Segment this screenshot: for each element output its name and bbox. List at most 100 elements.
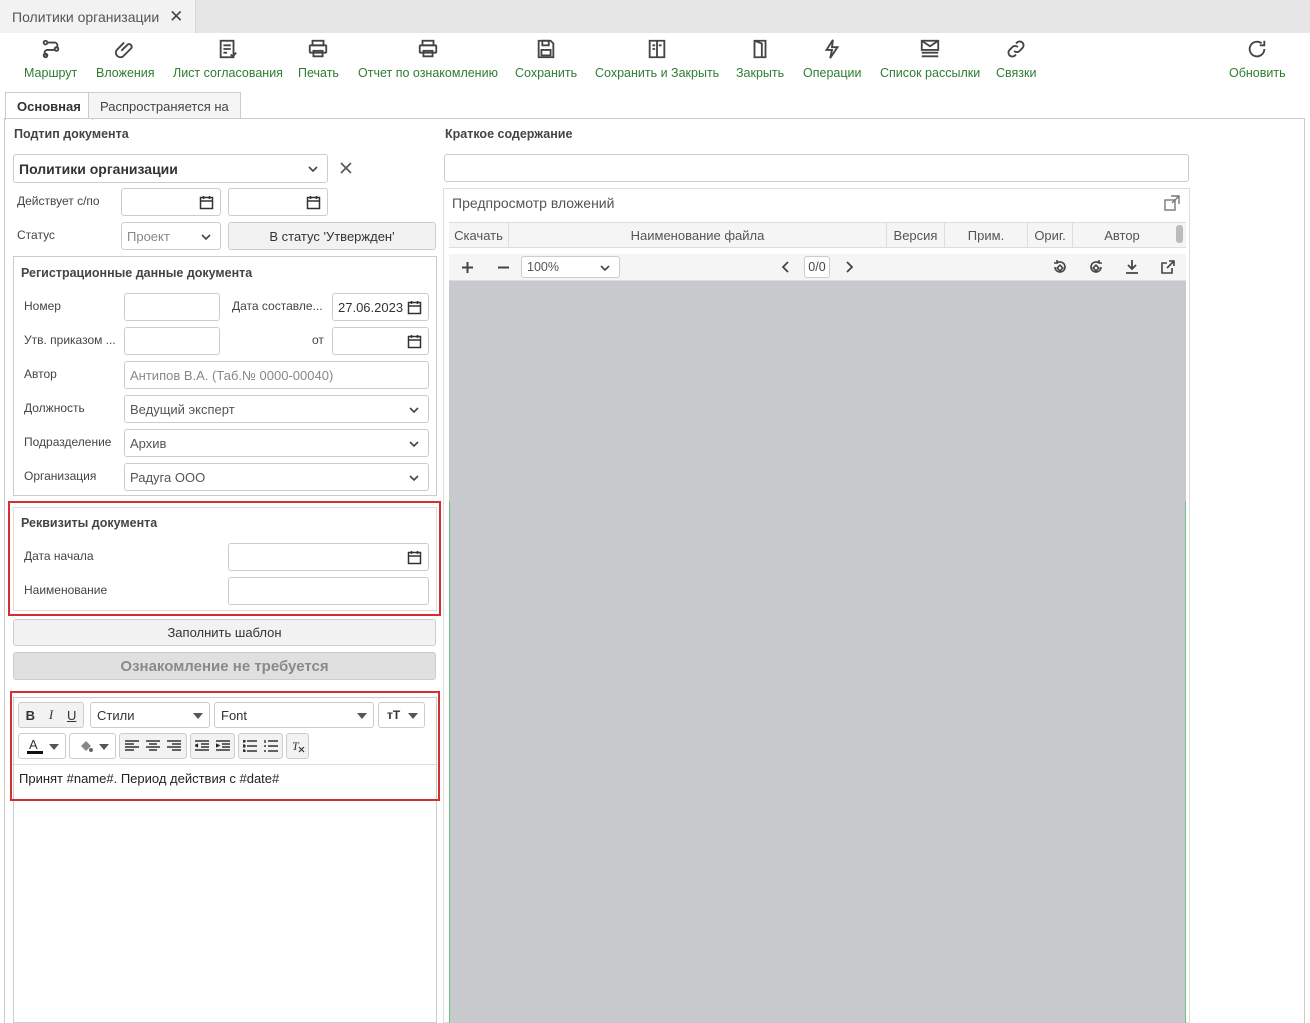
- acquaintance-not-required-button[interactable]: Ознакомление не требуется: [13, 652, 436, 680]
- col-original[interactable]: Ориг.: [1028, 223, 1073, 248]
- subtype-value: Политики организации: [19, 160, 178, 177]
- subtype-select[interactable]: Политики организации: [13, 154, 328, 183]
- fill-template-button[interactable]: Заполнить шаблон: [13, 619, 436, 646]
- save-and-close-button[interactable]: Сохранить и Закрыть: [595, 38, 719, 80]
- numbered-list-icon[interactable]: [261, 735, 283, 757]
- background-color-button[interactable]: [69, 733, 116, 759]
- rotate-right-icon[interactable]: [1088, 259, 1104, 275]
- links-label: Связки: [996, 66, 1037, 80]
- organization-label: Организация: [24, 469, 97, 483]
- align-right-icon[interactable]: [164, 735, 185, 757]
- italic-button[interactable]: I: [41, 704, 62, 726]
- clear-format-button[interactable]: T: [286, 733, 309, 759]
- order-input[interactable]: [124, 327, 220, 355]
- department-select[interactable]: Архив: [124, 429, 429, 457]
- col-note[interactable]: Прим.: [945, 223, 1028, 248]
- refresh-button[interactable]: Обновить: [1229, 38, 1286, 80]
- chevron-down-icon: [409, 441, 419, 448]
- calendar-icon[interactable]: [199, 195, 214, 210]
- svg-text:T: T: [292, 739, 300, 753]
- position-select[interactable]: Ведущий эксперт: [124, 395, 429, 423]
- operations-label: Операции: [803, 66, 862, 80]
- next-page-icon[interactable]: [843, 261, 855, 273]
- summary-label: Краткое содержание: [445, 127, 573, 141]
- caret-down-icon: [99, 744, 109, 750]
- attachments-button[interactable]: Вложения: [96, 38, 155, 80]
- clear-icon[interactable]: [339, 161, 353, 175]
- save-icon: [537, 39, 555, 59]
- prev-page-icon[interactable]: [780, 261, 792, 273]
- save-button[interactable]: Сохранить: [515, 38, 577, 80]
- lightning-icon: [825, 39, 840, 59]
- order-date-input[interactable]: [332, 327, 429, 355]
- col-author[interactable]: Автор: [1073, 223, 1171, 248]
- acquaintance-report-button[interactable]: Отчет по ознакомлению: [358, 38, 498, 80]
- zoom-select[interactable]: 100%: [521, 256, 620, 278]
- chevron-down-icon: [409, 475, 419, 482]
- print-button[interactable]: Печать: [298, 38, 339, 80]
- mailing-list-button[interactable]: Список рассылки: [880, 38, 980, 80]
- font-select[interactable]: Font: [214, 702, 374, 728]
- page-indicator[interactable]: 0/0: [804, 256, 830, 278]
- author-input[interactable]: Антипов В.А. (Таб.№ 0000-00040): [124, 361, 429, 389]
- refresh-icon: [1249, 40, 1266, 58]
- close-icon[interactable]: ✕: [169, 7, 183, 27]
- status-select[interactable]: Проект: [121, 222, 221, 250]
- calendar-icon[interactable]: [306, 195, 321, 210]
- tab-applies-to[interactable]: Распространяется на: [88, 92, 241, 119]
- align-left-icon[interactable]: [121, 735, 142, 757]
- zoom-out-icon[interactable]: [497, 261, 510, 274]
- summary-input[interactable]: [444, 154, 1189, 182]
- paperclip-icon: [115, 41, 133, 59]
- department-label: Подразделение: [24, 435, 112, 449]
- download-icon[interactable]: [1124, 259, 1140, 275]
- start-date-input[interactable]: [228, 543, 429, 571]
- order-label: Утв. приказом ...: [24, 333, 116, 347]
- styles-select[interactable]: Стили: [90, 702, 210, 728]
- operations-button[interactable]: Операции: [803, 38, 861, 80]
- window-tab[interactable]: Политики организации ✕: [0, 0, 197, 33]
- editor-content[interactable]: Принят #name#. Период действия с #date#: [19, 771, 279, 786]
- align-center-icon[interactable]: [142, 735, 163, 757]
- tab-main[interactable]: Основная: [5, 92, 93, 120]
- caret-down-icon: [408, 713, 418, 719]
- font-size-select[interactable]: ᴛT: [378, 702, 425, 728]
- col-version[interactable]: Версия: [887, 223, 945, 248]
- bold-button[interactable]: B: [20, 704, 41, 726]
- links-button[interactable]: Связки: [996, 38, 1036, 80]
- date-composed-input[interactable]: 27.06.2023: [332, 293, 429, 321]
- date-composed-label: Дата составле...: [232, 299, 323, 313]
- grid-scrollbar[interactable]: [1176, 225, 1183, 243]
- bullet-list-icon[interactable]: [239, 735, 261, 757]
- calendar-icon[interactable]: [407, 334, 422, 349]
- text-color-button[interactable]: A: [18, 733, 66, 759]
- outdent-icon[interactable]: [191, 735, 213, 757]
- close-button[interactable]: Закрыть: [736, 38, 784, 80]
- col-download[interactable]: Скачать: [449, 223, 509, 248]
- indent-icon[interactable]: [213, 735, 235, 757]
- caret-down-icon: [357, 713, 367, 719]
- expand-icon[interactable]: [1164, 195, 1180, 211]
- open-external-icon[interactable]: [1160, 259, 1176, 275]
- window-tab-bar: Политики организации ✕: [0, 0, 1310, 33]
- chevron-down-icon: [201, 234, 211, 241]
- calendar-icon[interactable]: [407, 300, 422, 315]
- calendar-icon[interactable]: [407, 550, 422, 565]
- valid-from-input[interactable]: [121, 188, 221, 216]
- name-input[interactable]: [228, 577, 429, 605]
- zoom-in-icon[interactable]: [461, 261, 474, 274]
- col-filename[interactable]: Наименование файла: [509, 223, 887, 248]
- organization-select[interactable]: Радуга ООО: [124, 463, 429, 491]
- clear-format-icon: T: [292, 739, 304, 753]
- route-button[interactable]: Маршрут: [24, 38, 77, 80]
- chevron-down-icon: [600, 265, 610, 272]
- valid-to-input[interactable]: [228, 188, 328, 216]
- format-group: B I U: [18, 702, 84, 728]
- rotate-left-icon[interactable]: [1052, 259, 1068, 275]
- refresh-label: Обновить: [1229, 66, 1286, 80]
- number-input[interactable]: [124, 293, 220, 321]
- to-approved-button[interactable]: В статус 'Утвержден': [228, 222, 436, 250]
- zoom-value: 100%: [527, 260, 559, 274]
- approval-sheet-button[interactable]: Лист согласования: [173, 38, 283, 80]
- underline-button[interactable]: U: [61, 704, 82, 726]
